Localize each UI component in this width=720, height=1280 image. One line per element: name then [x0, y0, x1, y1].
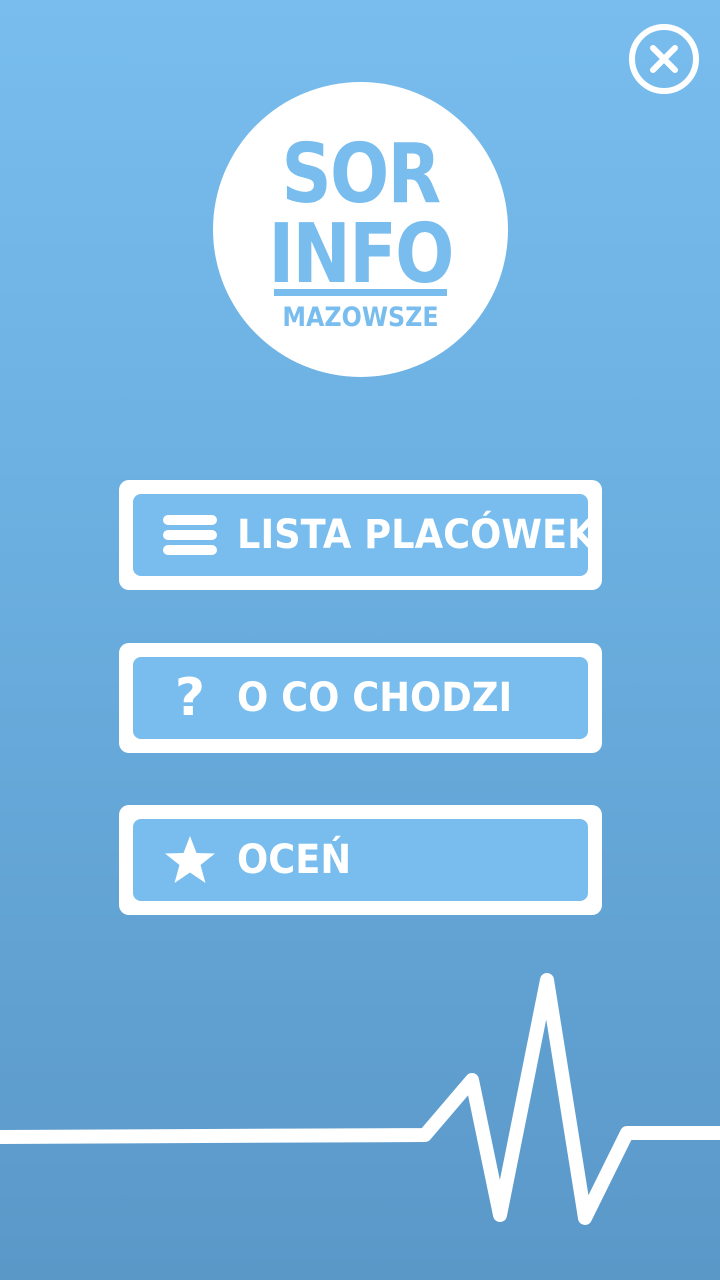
facility-list-button[interactable]: LISTA PLACÓWEK [119, 480, 602, 590]
facility-list-label: LISTA PLACÓWEK [237, 512, 596, 558]
star-icon [163, 836, 217, 884]
app-logo: SOR INFO MAZOWSZE [213, 82, 508, 377]
close-button[interactable] [629, 24, 699, 94]
about-label: O CO CHODZI [237, 675, 513, 721]
about-button[interactable]: ? O CO CHODZI [119, 643, 602, 753]
logo-subtitle: MAZOWSZE [282, 302, 439, 333]
question-icon: ? [174, 668, 206, 728]
logo-divider [274, 289, 447, 296]
close-icon [650, 45, 678, 73]
logo-line-sor: SOR [281, 127, 441, 222]
rate-label: OCEŃ [237, 837, 352, 883]
rate-button[interactable]: OCEŃ [119, 805, 602, 915]
logo-line-info: INFO [268, 207, 454, 302]
ecg-heartbeat-line [0, 973, 720, 1225]
list-icon [163, 511, 217, 559]
